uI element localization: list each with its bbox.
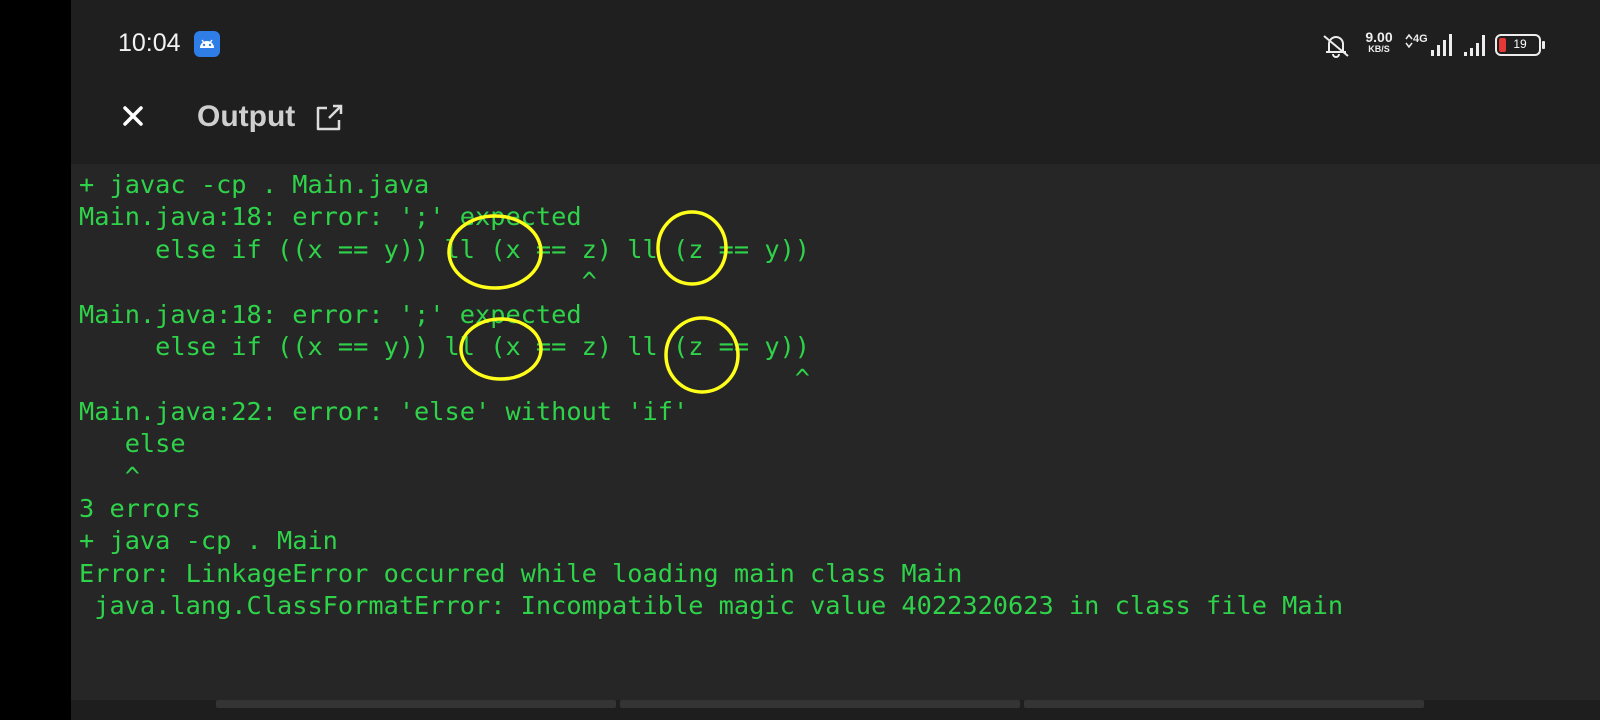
close-icon: [123, 106, 143, 126]
android-app-icon: [194, 31, 220, 57]
scrollbar-segment: [216, 700, 616, 708]
console-line: else if ((x == y)) ll (x == z) ll (z == …: [79, 331, 811, 361]
console-line: else: [79, 429, 186, 459]
console-line: + javac -cp . Main.java: [79, 170, 430, 199]
console-line: Error: LinkageError occurred while loadi…: [79, 558, 963, 588]
console-line: 3 errors: [79, 493, 201, 523]
status-icons: 9.00 KB/S 4G 19: [1319, 30, 1549, 62]
console-line: Main.java:18: error: ';' expected: [79, 202, 582, 232]
open-external-button[interactable]: [313, 102, 345, 134]
console-line: java.lang.ClassFormatError: Incompatible…: [79, 591, 1344, 621]
console-line: Main.java:22: error: 'else' without 'if': [79, 396, 689, 426]
signal-strength-icon-2: [1464, 33, 1486, 61]
status-bar: 10:04 9.00 KB/S 4G 19: [71, 0, 1600, 90]
signal-strength-icon: [1431, 33, 1453, 61]
open-external-icon: [316, 104, 343, 131]
console-line: ^: [79, 461, 140, 491]
data-arrows-icon: [1405, 33, 1413, 52]
scrollbar-segment: [620, 700, 1020, 708]
app-bar: Output: [71, 90, 1600, 164]
console-output[interactable]: + javac -cp . Main.java Main.java:18: err…: [71, 164, 1600, 700]
network-speed: 9.00 KB/S: [1361, 30, 1397, 54]
console-line: + java -cp . Main: [79, 526, 338, 556]
close-button[interactable]: [115, 98, 151, 134]
console-text: + javac -cp . Main.java Main.java:18: err…: [79, 169, 1343, 622]
network-speed-value: 9.00: [1365, 29, 1393, 45]
console-line: ^: [79, 364, 811, 394]
phone-screen: 10:04 9.00 KB/S 4G 19 Output + javac -cp…: [71, 0, 1600, 720]
page-title: Output: [197, 100, 296, 133]
bell-off-icon: [1319, 32, 1353, 62]
battery-level: 19: [1513, 37, 1527, 51]
network-type: 4G: [1413, 33, 1428, 45]
network-speed-unit: KB/S: [1368, 44, 1390, 54]
status-clock: 10:04: [118, 29, 181, 57]
scrollbar-segment: [1024, 700, 1424, 708]
bottom-scrollbar[interactable]: [71, 700, 1600, 720]
console-line: Main.java:18: error: ';' expected: [79, 299, 582, 329]
console-line: ^: [79, 267, 597, 297]
console-line: else if ((x == y)) ll (x == z) ll (z == …: [79, 234, 811, 264]
